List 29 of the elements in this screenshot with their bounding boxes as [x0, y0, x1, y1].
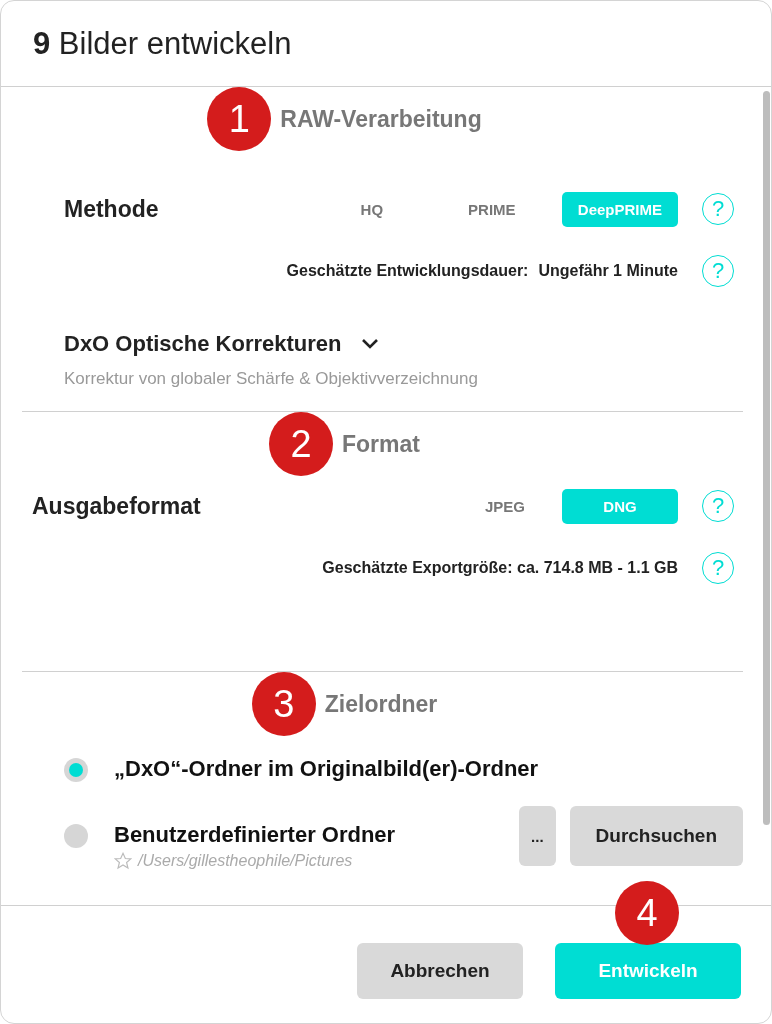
option-button[interactable]: HQ — [321, 191, 422, 227]
estimate-label: Geschätzte Entwicklungsdauer: — [286, 262, 529, 280]
step-badge: 1 — [207, 87, 272, 151]
expander-title[interactable]: DxO Optische Korrekturen — [64, 331, 342, 357]
radio-button[interactable] — [64, 824, 88, 848]
section-heading: RAW-Verarbeitung — [280, 105, 482, 133]
setting-label: Ausgabeformat — [32, 492, 202, 520]
scrollbar-thumb[interactable] — [763, 91, 770, 825]
star-icon[interactable] — [114, 852, 132, 870]
browse-button[interactable]: Durchsuchen — [569, 806, 743, 866]
option-button[interactable]: JPEG — [462, 488, 548, 524]
expander-description: Korrektur von globaler Schärfe & Objektivverzeichnung — [64, 369, 478, 389]
radio-label[interactable]: Benutzerdefinierter Ordner — [114, 822, 396, 847]
estimate-label: Geschätzte Exportgröße: ca. 714.8 MB - 1.1 GB — [322, 559, 678, 577]
folder-path: /Users/gillestheophile/Pictures — [138, 852, 353, 870]
chevron-down-icon[interactable] — [359, 338, 380, 350]
more-button[interactable]: ... — [519, 806, 556, 866]
cancel-button[interactable]: Abbrechen — [357, 942, 523, 999]
section-heading: Format — [342, 430, 420, 458]
estimate-value: Ungefähr 1 Minute — [538, 262, 678, 280]
setting-label: Methode — [64, 195, 160, 223]
step-badge: 3 — [251, 672, 316, 736]
option-button[interactable]: PRIME — [441, 191, 542, 227]
radio-button[interactable] — [64, 758, 88, 782]
section-heading: Zielordner — [324, 690, 438, 718]
step-badge: 2 — [269, 412, 333, 476]
step-badge: 4 — [615, 881, 679, 945]
dialog-title: 9 Bilder entwickeln — [33, 25, 292, 62]
radio-label[interactable]: „DxO“-Ordner im Originalbild(er)-Ordner — [114, 756, 539, 781]
